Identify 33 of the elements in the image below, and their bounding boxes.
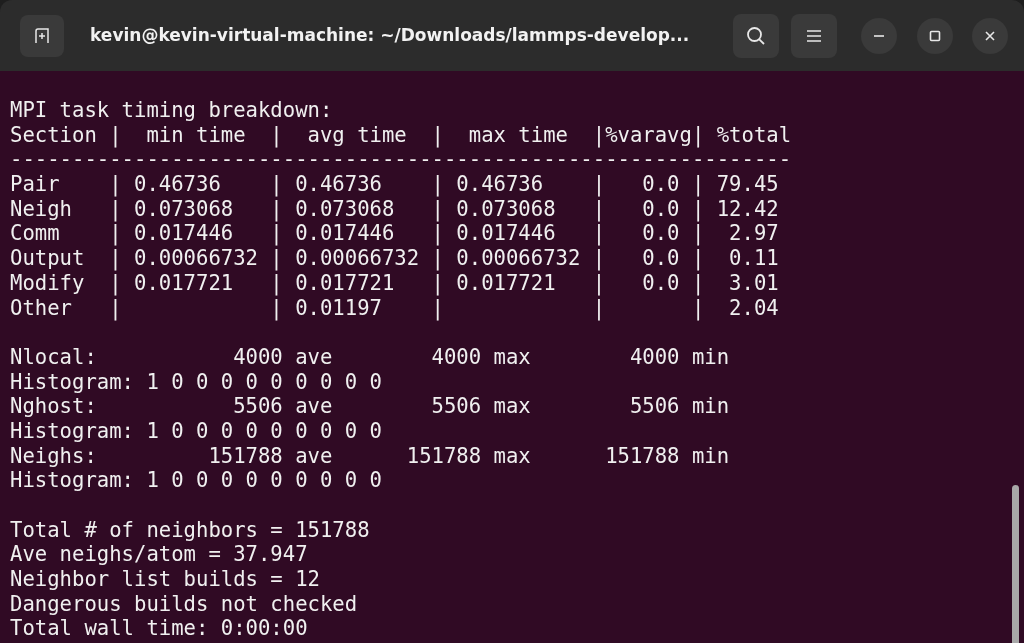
terminal-line: Neighbor list builds = 12 [10,567,321,592]
new-tab-icon [33,26,51,45]
close-button[interactable] [972,17,1008,54]
menu-button[interactable] [791,13,837,58]
terminal-line: Total # of neighbors = 151788 [10,517,371,543]
terminal-line: Section | min time | avg time | max time |%varavg| %total [10,122,793,148]
close-icon [984,29,996,42]
terminal-line: Neigh | 0.073068 | 0.073068 | 0.073068 | 0.0 | 12.42 [10,196,780,222]
terminal-line: Ave neighs/atom = 37.947 [10,542,309,568]
terminal-line: Histogram: 1 0 0 0 0 0 0 0 0 0 [10,418,383,444]
terminal-line: Histogram: 1 0 0 0 0 0 0 0 0 0 [10,369,383,395]
window-title: kevin@kevin-virtual-machine: ~/Downloads/lammps-develop... [90,23,690,47]
terminal-line: Nghost: 5506 ave 5506 max 5506 min [10,394,731,419]
search-button[interactable] [733,13,779,58]
maximize-icon [929,29,941,42]
maximize-button[interactable] [917,17,953,54]
terminal-line: Comm | 0.017446 | 0.017446 | 0.017446 | 0.0 | 2.97 [10,221,780,247]
terminal-line: Pair | 0.46736 | 0.46736 | 0.46736 | 0.0 | 79.45 [10,172,780,197]
new-tab-button[interactable] [20,14,64,57]
terminal-line: Output | 0.00066732 | 0.00066732 | 0.00066732 | 0.0 | 0.11 [10,246,780,271]
search-icon [746,25,766,46]
terminal-line: Modify | 0.017721 | 0.017721 | 0.017721 | 0.0 | 3.01 [10,270,780,296]
minimize-icon [874,34,884,37]
menu-icon [806,28,822,43]
terminal-line: Nlocal: 4000 ave 4000 max 4000 min [10,344,731,370]
terminal-line: Dangerous builds not checked [10,591,359,617]
terminal-line: MPI task timing breakdown: [10,98,334,123]
terminal-line: Other | | 0.01197 | | | 2.04 [10,295,780,321]
scrollbar-thumb[interactable] [1012,485,1019,643]
terminal-line: Total wall time: 0:00:00 [10,616,309,642]
terminal-line: --------------------------------------------------------------- [10,147,793,173]
terminal-line: Neighs: 151788 ave 151788 max 151788 min [10,443,731,469]
terminal-line: Histogram: 1 0 0 0 0 0 0 0 0 0 [10,468,383,493]
